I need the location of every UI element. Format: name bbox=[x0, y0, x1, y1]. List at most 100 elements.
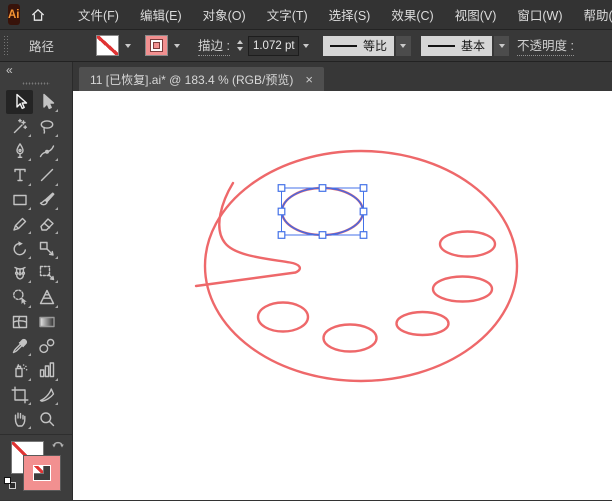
menu-file[interactable]: 文件(F) bbox=[68, 5, 130, 24]
step-down-icon bbox=[237, 47, 243, 51]
hand-tool[interactable] bbox=[6, 407, 33, 431]
blend-tool[interactable] bbox=[33, 334, 60, 358]
paint-well-ellipse[interactable] bbox=[258, 303, 308, 332]
magic-wand-tool[interactable] bbox=[6, 114, 33, 138]
tools-panel: « bbox=[0, 62, 73, 500]
fill-color-dropdown[interactable] bbox=[121, 36, 135, 55]
document-area: 11 [已恢复].ai* @ 183.4 % (RGB/预览) × bbox=[73, 62, 612, 500]
eraser-tool[interactable] bbox=[33, 212, 60, 236]
width-profile-value: 等比 bbox=[363, 37, 387, 54]
context-label: 路径 bbox=[29, 36, 54, 55]
opacity-label[interactable]: 不透明度 : bbox=[517, 35, 574, 56]
mesh-tool[interactable] bbox=[6, 310, 33, 334]
menu-effect[interactable]: 效果(C) bbox=[381, 5, 444, 24]
artboard-canvas[interactable] bbox=[73, 91, 612, 500]
document-tab[interactable]: 11 [已恢复].ai* @ 183.4 % (RGB/预览) × bbox=[79, 67, 324, 91]
panel-drag-handle[interactable] bbox=[22, 81, 50, 86]
selection-handle[interactable] bbox=[360, 232, 367, 239]
stroke-indicator-icon bbox=[151, 40, 162, 51]
menu-bar: Ai 文件(F)编辑(E)对象(O)文字(T)选择(S)效果(C)视图(V)窗口… bbox=[0, 0, 612, 30]
perspective-grid-tool[interactable] bbox=[33, 285, 60, 309]
selection-handle[interactable] bbox=[319, 185, 326, 192]
width-profile-combo: 等比 bbox=[323, 36, 411, 56]
menu-edit[interactable]: 编辑(E) bbox=[129, 5, 192, 24]
paintbrush-tool[interactable] bbox=[33, 188, 60, 212]
direct-selection-tool[interactable] bbox=[33, 90, 60, 114]
document-tab-title: 11 [已恢复].ai* @ 183.4 % (RGB/预览) bbox=[90, 71, 293, 88]
document-tab-bar: 11 [已恢复].ai* @ 183.4 % (RGB/预览) × bbox=[73, 62, 612, 91]
stroke-swatch[interactable] bbox=[24, 456, 60, 490]
symbol-sprayer-tool[interactable] bbox=[6, 358, 33, 382]
chevron-down-icon bbox=[125, 44, 131, 48]
swap-fill-stroke-icon[interactable] bbox=[51, 438, 65, 456]
chevron-down-icon bbox=[174, 44, 180, 48]
slice-tool[interactable] bbox=[33, 383, 60, 407]
default-fill-mini bbox=[4, 477, 11, 484]
close-tab-icon[interactable]: × bbox=[305, 73, 313, 86]
selection-tool[interactable] bbox=[6, 90, 33, 114]
line-segment-tool[interactable] bbox=[33, 163, 60, 187]
paint-well-ellipse[interactable] bbox=[397, 312, 449, 335]
column-graph-tool[interactable] bbox=[33, 358, 60, 382]
width-profile-field[interactable]: 等比 bbox=[323, 36, 394, 56]
stroke-color-dropdown[interactable] bbox=[170, 36, 184, 55]
selection-handle[interactable] bbox=[360, 208, 367, 215]
zoom-tool[interactable] bbox=[33, 407, 60, 431]
eyedropper-tool[interactable] bbox=[6, 334, 33, 358]
paint-well-ellipse[interactable] bbox=[433, 277, 492, 302]
menu-items: 文件(F)编辑(E)对象(O)文字(T)选择(S)效果(C)视图(V)窗口(W)… bbox=[68, 5, 612, 24]
rectangle-tool[interactable] bbox=[6, 188, 33, 212]
menu-view[interactable]: 视图(V) bbox=[444, 5, 507, 24]
type-tool[interactable] bbox=[6, 163, 33, 187]
curvature-tool[interactable] bbox=[33, 139, 60, 163]
selection-handle[interactable] bbox=[278, 208, 285, 215]
artwork-layer bbox=[73, 91, 612, 500]
scale-tool[interactable] bbox=[33, 236, 60, 260]
home-icon[interactable] bbox=[30, 4, 46, 26]
menu-select[interactable]: 选择(S) bbox=[318, 5, 381, 24]
tool-grid bbox=[6, 90, 60, 431]
brush-dropdown[interactable] bbox=[494, 36, 509, 56]
chevron-down-icon bbox=[303, 44, 309, 48]
lasso-tool[interactable] bbox=[33, 114, 60, 138]
fill-stroke-controls bbox=[0, 434, 72, 501]
chevron-down-icon bbox=[400, 44, 406, 48]
selection-handle[interactable] bbox=[278, 232, 285, 239]
paint-well-ellipse[interactable] bbox=[440, 232, 495, 257]
collapse-panel-icon[interactable]: « bbox=[6, 63, 13, 77]
menu-object[interactable]: 对象(O) bbox=[192, 5, 256, 24]
menu-window[interactable]: 窗口(W) bbox=[507, 5, 573, 24]
rotate-tool[interactable] bbox=[6, 236, 33, 260]
artboard-tool[interactable] bbox=[6, 383, 33, 407]
paint-well-ellipse[interactable] bbox=[324, 325, 377, 352]
brush-value: 基本 bbox=[461, 37, 485, 54]
fill-color-swatch[interactable] bbox=[96, 35, 119, 56]
brush-preview-icon bbox=[428, 45, 455, 47]
menu-type[interactable]: 文字(T) bbox=[256, 5, 318, 24]
panel-grip-icon[interactable] bbox=[3, 35, 9, 57]
shape-builder-tool[interactable] bbox=[6, 285, 33, 309]
brush-combo: 基本 bbox=[421, 36, 509, 56]
brush-field[interactable]: 基本 bbox=[421, 36, 492, 56]
control-bar: 路径 描边 : 1.072 pt 等比 基本 不透明度 : bbox=[0, 30, 612, 62]
width-profile-dropdown[interactable] bbox=[396, 36, 411, 56]
free-transform-tool[interactable] bbox=[33, 261, 60, 285]
pencil-tool[interactable] bbox=[6, 212, 33, 236]
menu-help[interactable]: 帮助(H) bbox=[573, 5, 612, 24]
stroke-weight-input[interactable]: 1.072 pt bbox=[248, 36, 299, 56]
stroke-color-swatch[interactable] bbox=[145, 35, 168, 56]
stroke-weight-dropdown[interactable] bbox=[299, 36, 313, 55]
stroke-preview-icon bbox=[330, 45, 357, 47]
step-up-icon bbox=[237, 40, 243, 44]
puppet-warp-tool[interactable] bbox=[6, 261, 33, 285]
pen-tool[interactable] bbox=[6, 139, 33, 163]
gradient-tool[interactable] bbox=[33, 310, 60, 334]
chevron-down-icon bbox=[499, 44, 505, 48]
stroke-weight-stepper[interactable] bbox=[235, 40, 246, 51]
selection-handle[interactable] bbox=[360, 185, 367, 192]
selected-ellipse-highlight bbox=[282, 188, 363, 235]
selection-handle[interactable] bbox=[319, 232, 326, 239]
stroke-weight-label[interactable]: 描边 : bbox=[198, 35, 230, 56]
selection-handle[interactable] bbox=[278, 185, 285, 192]
default-fill-stroke-icon[interactable] bbox=[4, 477, 17, 490]
